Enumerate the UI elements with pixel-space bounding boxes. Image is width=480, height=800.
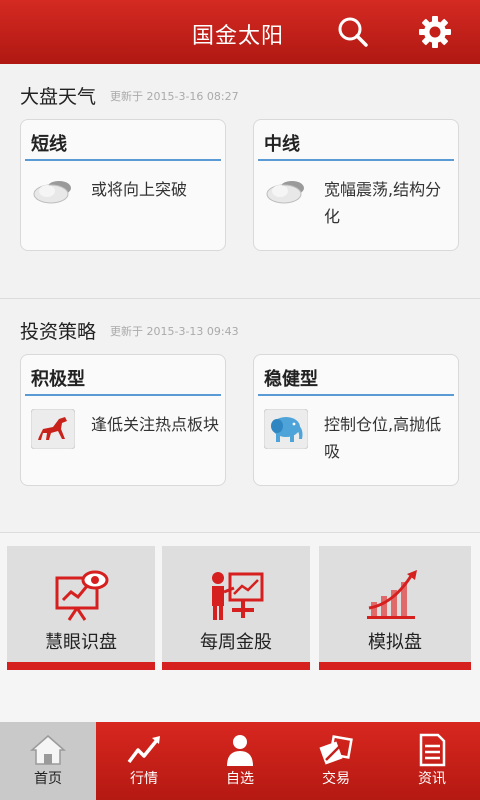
steady-card[interactable]: 稳健型 控制仓位,高抛低吸 xyxy=(253,354,459,486)
tile-label: 每周金股 xyxy=(200,632,272,653)
nav-item-trade[interactable]: 交易 xyxy=(288,722,384,800)
nav-label: 自选 xyxy=(226,771,254,787)
document-icon xyxy=(414,732,450,768)
investment-strategy-section: 投资策略 更新于 2015-3-13 09:43 积极型 逢低关注热点板块 稳健… xyxy=(0,298,480,532)
short-term-card[interactable]: 短线 或将向上突破 xyxy=(20,119,226,251)
search-icon[interactable] xyxy=(335,14,371,50)
section-title: 投资策略 xyxy=(20,321,97,343)
simulation-tile[interactable]: 模拟盘 xyxy=(319,546,471,670)
section-title: 大盘天气 xyxy=(20,86,97,108)
cloud-icon xyxy=(264,174,308,214)
aggressive-card[interactable]: 积极型 逢低关注热点板块 xyxy=(20,354,226,486)
nav-item-home[interactable]: 首页 xyxy=(0,722,96,800)
card-text: 或将向上突破 xyxy=(91,180,188,199)
card-title: 中线 xyxy=(264,134,300,155)
horse-icon xyxy=(30,408,76,450)
cloud-icon xyxy=(31,174,75,214)
nav-label: 行情 xyxy=(130,771,158,787)
elephant-icon xyxy=(263,408,309,450)
home-icon xyxy=(30,732,66,768)
bar-growth-icon xyxy=(363,568,423,622)
card-title: 稳健型 xyxy=(264,369,318,390)
exchange-icon xyxy=(318,732,354,768)
nav-label: 交易 xyxy=(322,771,350,787)
card-title: 积极型 xyxy=(31,369,85,390)
card-divider xyxy=(258,394,454,396)
updated-time: 更新于 2015-3-16 08:27 xyxy=(110,90,239,103)
smart-eye-tile[interactable]: 慧眼识盘 xyxy=(7,546,155,670)
app-title: 国金太阳 xyxy=(192,24,285,49)
card-divider xyxy=(258,159,454,161)
app-header: 国金太阳 xyxy=(0,0,480,64)
trend-icon xyxy=(126,732,162,768)
tile-label: 模拟盘 xyxy=(368,632,422,653)
feature-tiles: 慧眼识盘 每周金股 模拟盘 xyxy=(0,532,480,722)
mid-term-card[interactable]: 中线 宽幅震荡,结构分化 xyxy=(253,119,459,251)
nav-item-news[interactable]: 资讯 xyxy=(384,722,480,800)
eye-chart-icon xyxy=(51,568,111,622)
bottom-nav: 首页 行情 自选 交易 资讯 xyxy=(0,722,480,800)
nav-label: 资讯 xyxy=(418,771,446,787)
card-text: 逢低关注热点板块 xyxy=(91,415,220,434)
card-text: 控制仓位,高抛低吸 xyxy=(324,415,442,461)
settings-gear-icon[interactable] xyxy=(417,14,453,50)
presenter-icon xyxy=(206,568,266,622)
card-divider xyxy=(25,159,221,161)
card-title: 短线 xyxy=(31,134,67,155)
market-weather-section: 大盘天气 更新于 2015-3-16 08:27 短线 或将向上突破 中线 宽幅… xyxy=(0,64,480,298)
card-text: 宽幅震荡,结构分化 xyxy=(324,180,442,226)
card-divider xyxy=(25,394,221,396)
nav-item-market[interactable]: 行情 xyxy=(96,722,192,800)
tile-label: 慧眼识盘 xyxy=(45,632,117,653)
weekly-stock-tile[interactable]: 每周金股 xyxy=(162,546,310,670)
person-icon xyxy=(222,732,258,768)
nav-label: 首页 xyxy=(34,771,62,787)
updated-time: 更新于 2015-3-13 09:43 xyxy=(110,325,239,338)
nav-item-watchlist[interactable]: 自选 xyxy=(192,722,288,800)
